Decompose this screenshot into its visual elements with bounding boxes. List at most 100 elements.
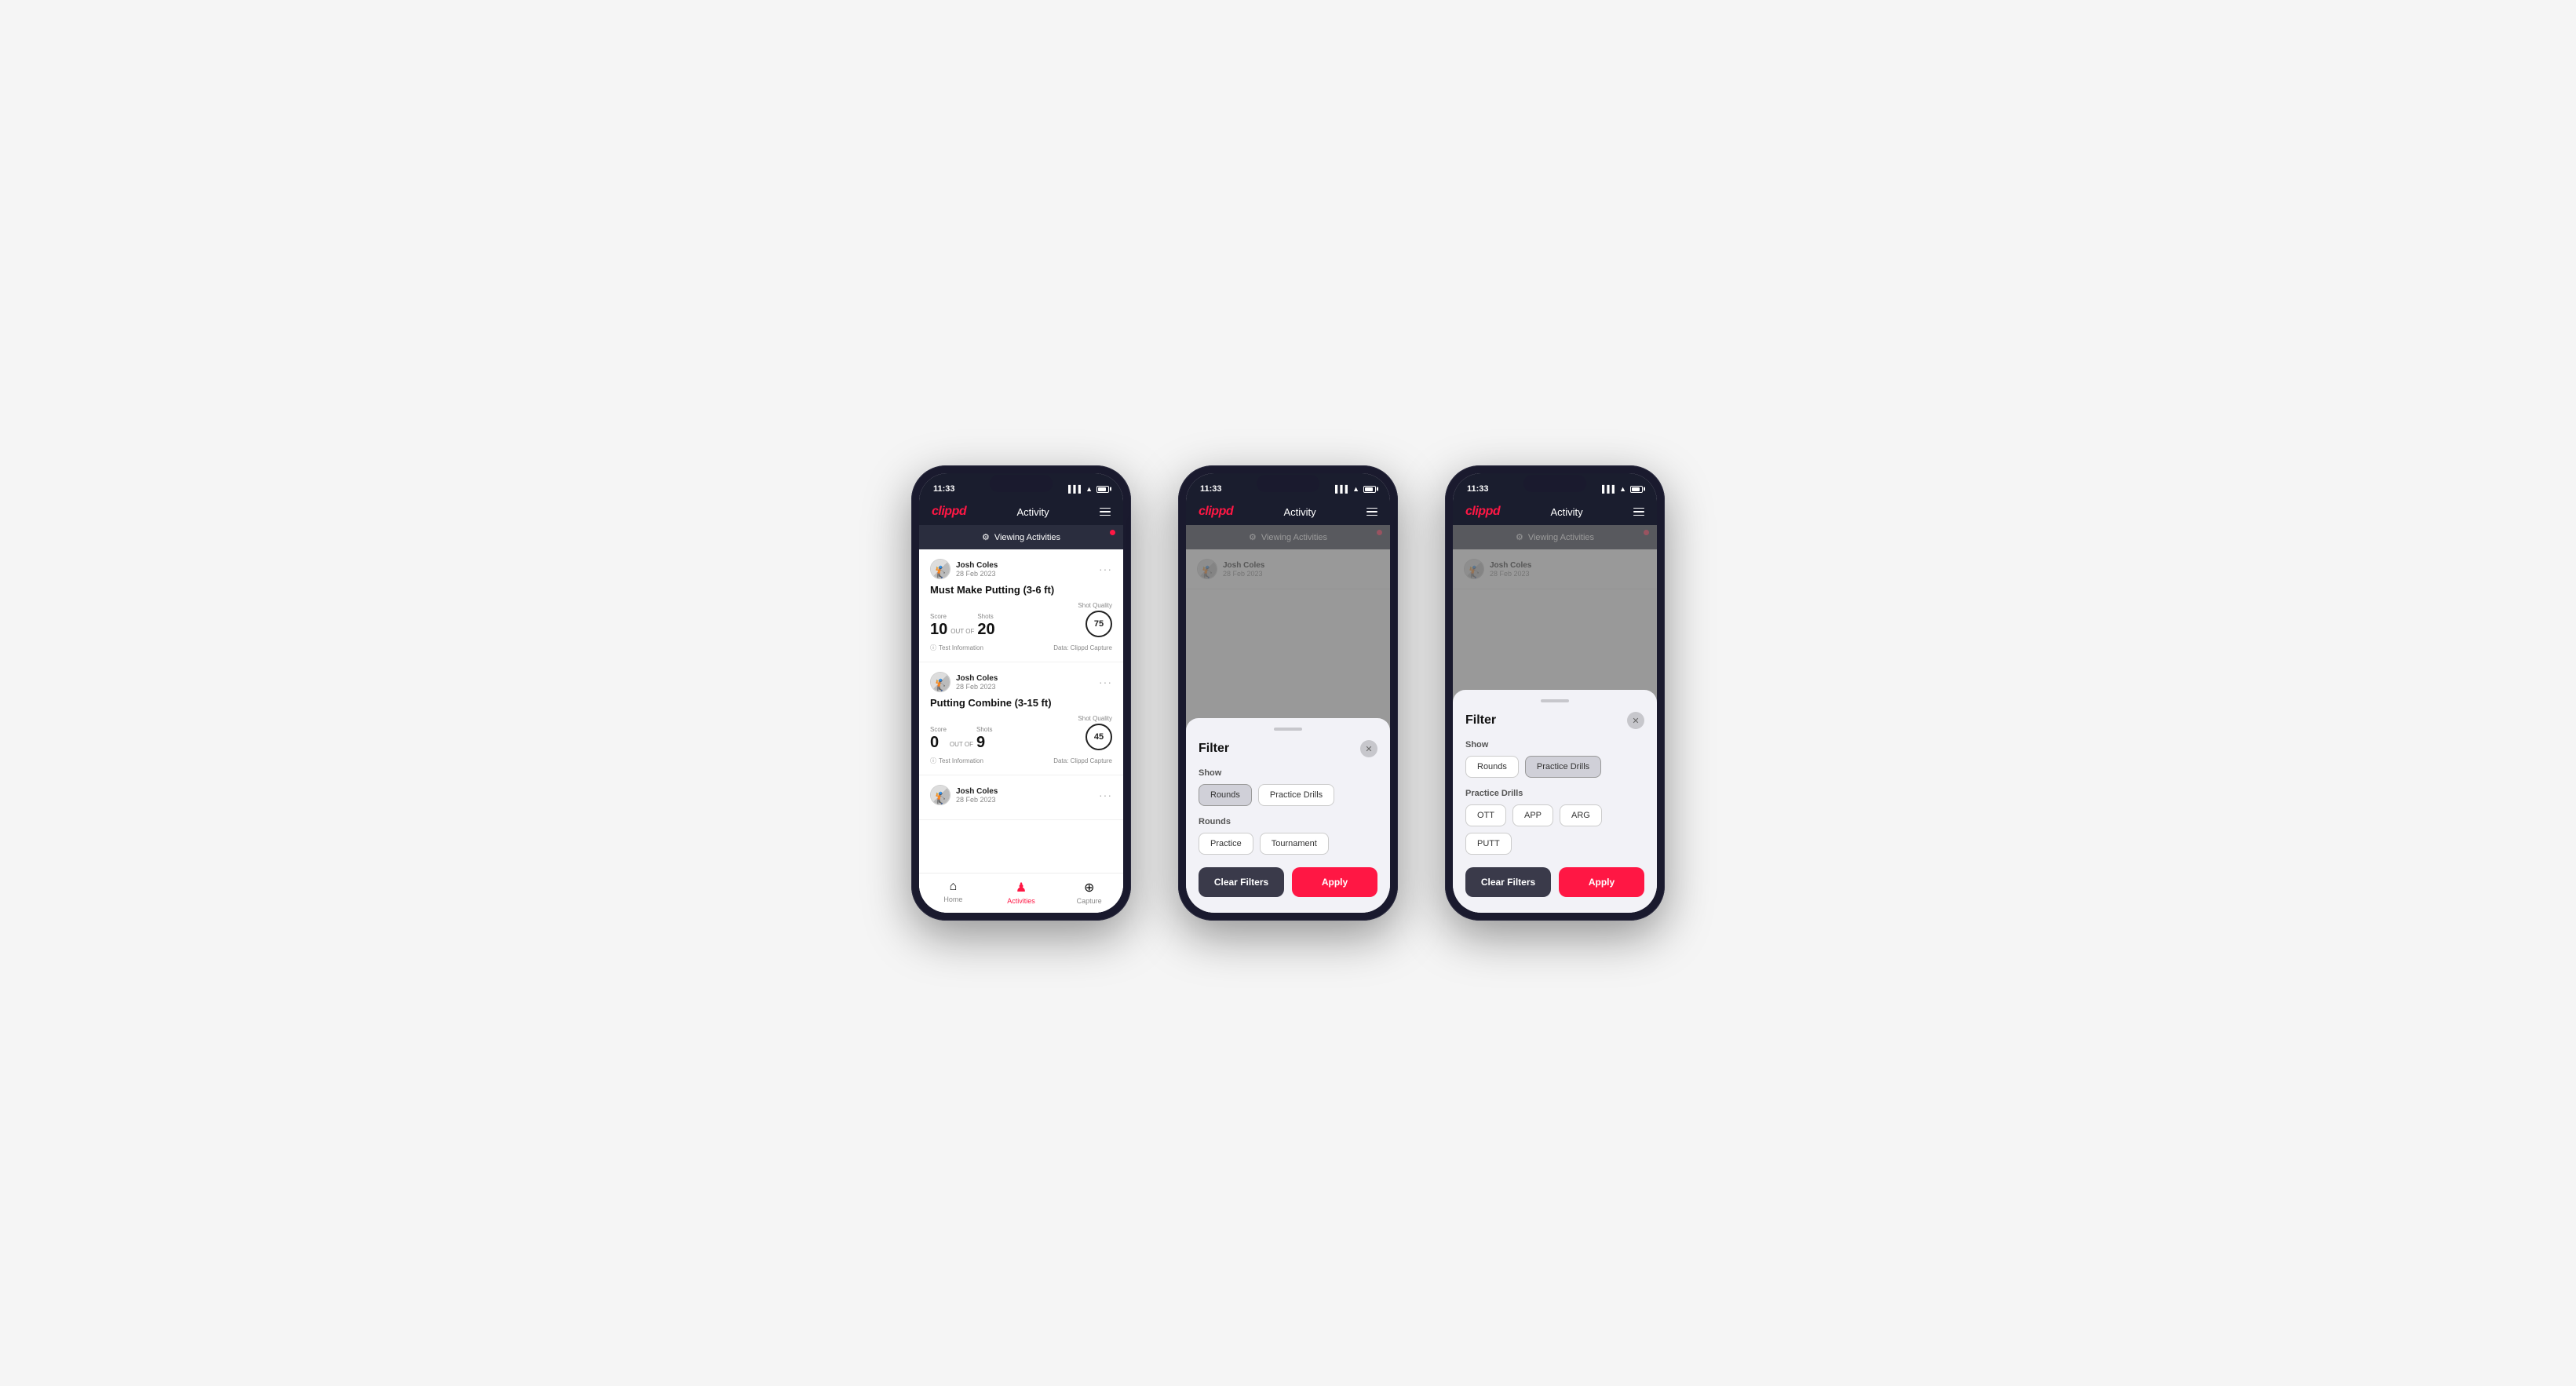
card-footer-1: ⓘ Test Information Data: Clippd Capture — [930, 644, 1112, 652]
modal-backdrop-3: Filter ✕ Show Rounds Practice Drills Pra… — [1453, 525, 1657, 913]
activity-list-1: 🏌 Josh Coles 28 Feb 2023 ··· Must Make P… — [919, 549, 1123, 873]
putt-btn-3[interactable]: PUTT — [1465, 833, 1512, 855]
user-name-1: Josh Coles — [956, 561, 998, 570]
filter-icon-1: ⚙ — [982, 532, 990, 542]
score-label-1: Score — [930, 613, 947, 620]
dots-menu-2[interactable]: ··· — [1099, 676, 1112, 688]
tab-activities[interactable]: ♟ Activities — [987, 880, 1056, 905]
practice-round-btn-2[interactable]: Practice — [1199, 833, 1253, 855]
shots-label-2: Shots — [976, 726, 992, 733]
test-info-1: ⓘ Test Information — [930, 644, 983, 652]
avatar-3: 🏌 — [930, 785, 950, 805]
rounds-section-label-2: Rounds — [1199, 817, 1377, 826]
tab-capture-label: Capture — [1077, 897, 1102, 905]
home-icon: ⌂ — [950, 880, 958, 894]
modal-header-3: Filter ✕ — [1465, 712, 1644, 729]
hamburger-wrapper-1[interactable] — [1100, 508, 1111, 516]
app-btn-3[interactable]: APP — [1512, 804, 1553, 826]
viewing-banner-1[interactable]: ⚙ Viewing Activities — [919, 525, 1123, 549]
avatar-1: 🏌 — [930, 559, 950, 579]
sq-label-1: Shot Quality — [1078, 602, 1112, 609]
score-value-1: 10 — [930, 622, 947, 637]
card-title-2: Putting Combine (3-15 ft) — [930, 697, 1112, 709]
activity-card-3: 🏌 Josh Coles 28 Feb 2023 ··· — [919, 775, 1123, 820]
battery-icon-3 — [1630, 486, 1643, 493]
practice-drills-btn-3[interactable]: Practice Drills — [1525, 756, 1601, 778]
score-value-2: 0 — [930, 735, 947, 750]
hamburger-menu-1[interactable] — [1100, 508, 1111, 516]
modal-backdrop-2: Filter ✕ Show Rounds Practice Drills Rou… — [1186, 525, 1390, 913]
drill-type-buttons-3: OTT APP ARG PUTT — [1465, 804, 1644, 855]
clear-filters-btn-2[interactable]: Clear Filters — [1199, 867, 1284, 897]
dots-menu-3[interactable]: ··· — [1099, 789, 1112, 801]
content-3: ⚙ Viewing Activities 🏌 Josh Coles 28 Feb… — [1453, 525, 1657, 913]
show-label-3: Show — [1465, 740, 1644, 750]
modal-title-2: Filter — [1199, 742, 1229, 756]
rounds-btn-3[interactable]: Rounds — [1465, 756, 1519, 778]
modal-close-3[interactable]: ✕ — [1627, 712, 1644, 729]
status-icons-3: ▌▌▌ ▲ — [1602, 485, 1643, 493]
tab-home[interactable]: ⌂ Home — [919, 880, 987, 905]
phone-1: 11:33 ▌▌▌ ▲ clippd Activity — [911, 465, 1131, 921]
filter-modal-2: Filter ✕ Show Rounds Practice Drills Rou… — [1186, 718, 1390, 913]
modal-footer-2: Clear Filters Apply — [1199, 867, 1377, 897]
shot-quality-badge-1: 75 — [1085, 611, 1112, 637]
apply-btn-3[interactable]: Apply — [1559, 867, 1644, 897]
hamburger-menu-2[interactable] — [1366, 508, 1377, 516]
user-info-1: 🏌 Josh Coles 28 Feb 2023 — [930, 559, 998, 579]
wifi-icon-2: ▲ — [1352, 485, 1359, 493]
tournament-btn-2[interactable]: Tournament — [1260, 833, 1329, 855]
modal-title-3: Filter — [1465, 713, 1496, 728]
dynamic-island-2 — [1257, 475, 1319, 492]
nav-bar-1: clippd Activity — [919, 498, 1123, 525]
rounds-btn-2[interactable]: Rounds — [1199, 784, 1252, 806]
tab-activities-label: Activities — [1007, 897, 1035, 905]
shots-value-1: 20 — [977, 622, 994, 637]
nav-title-2: Activity — [1283, 506, 1315, 518]
wifi-icon: ▲ — [1085, 485, 1093, 493]
modal-close-2[interactable]: ✕ — [1360, 740, 1377, 757]
arg-btn-3[interactable]: ARG — [1560, 804, 1602, 826]
hamburger-wrapper-3[interactable] — [1633, 508, 1644, 516]
ott-btn-3[interactable]: OTT — [1465, 804, 1506, 826]
battery-icon — [1096, 486, 1109, 493]
nav-title-3: Activity — [1550, 506, 1582, 518]
content-2: ⚙ Viewing Activities 🏌 Josh Coles 28 Feb… — [1186, 525, 1390, 913]
stats-row-1: Score 10 OUT OF Shots 20 Shot Quality 75 — [930, 602, 1112, 637]
rounds-buttons-2: Practice Tournament — [1199, 833, 1377, 855]
info-icon-1: ⓘ — [930, 644, 936, 652]
tab-home-label: Home — [943, 895, 962, 903]
modal-header-2: Filter ✕ — [1199, 740, 1377, 757]
activity-card-2: 🏌 Josh Coles 28 Feb 2023 ··· Putting Com… — [919, 662, 1123, 775]
dots-menu-1[interactable]: ··· — [1099, 563, 1112, 575]
content-1: ⚙ Viewing Activities 🏌 — [919, 525, 1123, 913]
tab-bar-1: ⌂ Home ♟ Activities ⊕ Capture — [919, 873, 1123, 913]
clear-filters-btn-3[interactable]: Clear Filters — [1465, 867, 1551, 897]
tab-capture[interactable]: ⊕ Capture — [1055, 880, 1123, 905]
signal-icon: ▌▌▌ — [1068, 485, 1083, 493]
stats-row-2: Score 0 OUT OF Shots 9 Shot Quality 45 — [930, 715, 1112, 750]
app-logo-2: clippd — [1199, 505, 1233, 519]
show-label-2: Show — [1199, 768, 1377, 778]
practice-drills-btn-2[interactable]: Practice Drills — [1258, 784, 1334, 806]
status-icons-2: ▌▌▌ ▲ — [1335, 485, 1376, 493]
data-source-2: Data: Clippd Capture — [1053, 757, 1112, 764]
modal-footer-3: Clear Filters Apply — [1465, 867, 1644, 897]
user-name-2: Josh Coles — [956, 674, 998, 683]
apply-btn-2[interactable]: Apply — [1292, 867, 1377, 897]
status-time-3: 11:33 — [1467, 484, 1489, 494]
hamburger-wrapper-2[interactable] — [1366, 508, 1377, 516]
hamburger-menu-3[interactable] — [1633, 508, 1644, 516]
nav-bar-3: clippd Activity — [1453, 498, 1657, 525]
show-buttons-2: Rounds Practice Drills — [1199, 784, 1377, 806]
status-icons-1: ▌▌▌ ▲ — [1068, 485, 1109, 493]
modal-handle-3 — [1541, 699, 1569, 702]
phone-2: 11:33 ▌▌▌ ▲ clippd Activity — [1178, 465, 1398, 921]
user-date-3: 28 Feb 2023 — [956, 796, 998, 804]
user-info-3: 🏌 Josh Coles 28 Feb 2023 — [930, 785, 998, 805]
test-info-2: ⓘ Test Information — [930, 757, 983, 765]
phones-container: 11:33 ▌▌▌ ▲ clippd Activity — [911, 465, 1665, 921]
activities-icon: ♟ — [1016, 880, 1027, 895]
status-time-2: 11:33 — [1200, 484, 1222, 494]
out-of-2: OUT OF — [950, 741, 973, 748]
